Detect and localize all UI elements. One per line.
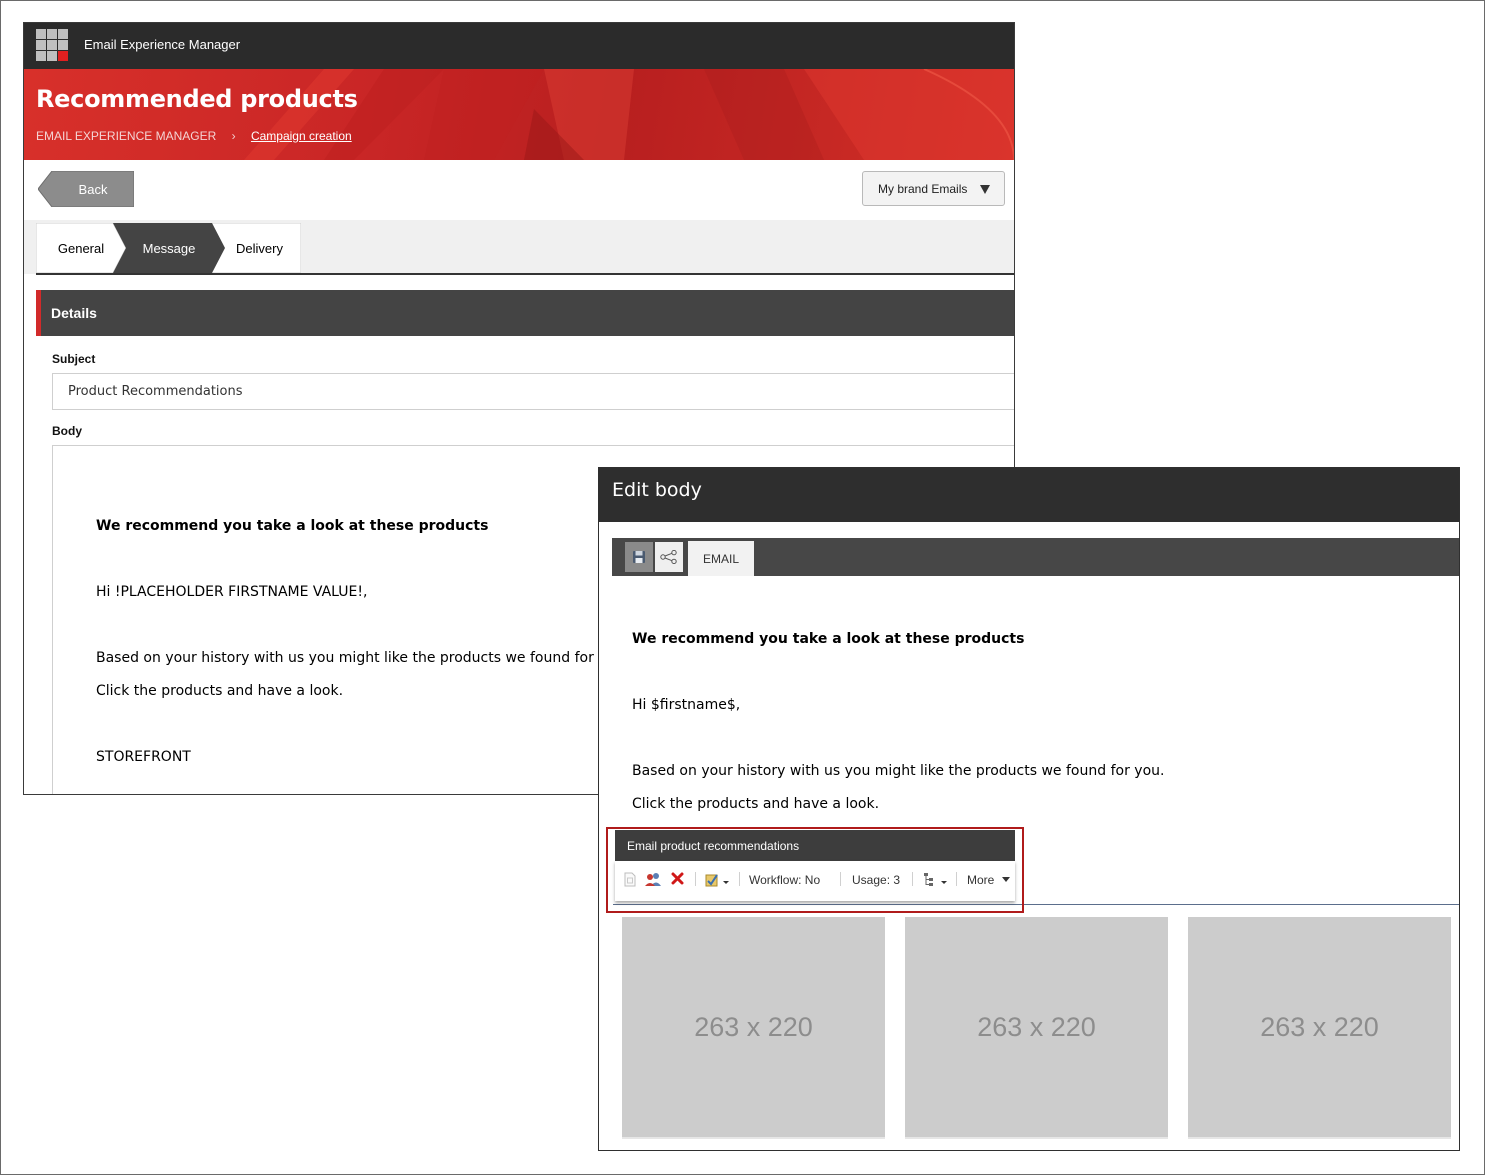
back-button[interactable]: Back: [38, 171, 134, 207]
body-paragraph: Based on your history with us you might …: [96, 650, 629, 666]
editor-greeting[interactable]: Hi $firstname$,: [632, 697, 740, 713]
editor-heading[interactable]: We recommend you take a look at these pr…: [632, 631, 1024, 647]
breadcrumb-root[interactable]: EMAIL EXPERIENCE MANAGER: [36, 129, 216, 143]
app-title: Email Experience Manager: [84, 37, 241, 52]
dialog-header: Edit body: [599, 468, 1459, 522]
back-button-label: Back: [78, 181, 108, 197]
breadcrumb-chevron-icon: ›: [231, 129, 236, 143]
subject-label: Subject: [52, 352, 96, 366]
tab-message-label: Message: [142, 240, 196, 256]
brand-dropdown-label: My brand Emails: [878, 182, 968, 196]
product-image-placeholder[interactable]: 263 x 220: [622, 917, 885, 1137]
breadcrumb-campaign-creation[interactable]: Campaign creation: [251, 129, 352, 143]
placeholder-divider: [1188, 1137, 1451, 1139]
editor-paragraph-2[interactable]: Click the products and have a look.: [632, 796, 879, 812]
dialog-title: Edit body: [612, 479, 702, 501]
placeholder-divider: [905, 1137, 1168, 1139]
share-icon[interactable]: [655, 542, 683, 572]
body-paragraph-2: Click the products and have a look.: [96, 683, 344, 699]
rendering-highlight-frame: [606, 827, 1024, 913]
app-topbar: Email Experience Manager: [24, 23, 1014, 69]
product-image-placeholder[interactable]: 263 x 220: [1188, 917, 1451, 1137]
header-background-pattern: [244, 69, 1014, 160]
editor-paragraph[interactable]: Based on your history with us you might …: [632, 763, 1164, 779]
details-title: Details: [51, 305, 97, 321]
body-storefront: STOREFRONT: [96, 749, 191, 765]
tab-message[interactable]: Message: [113, 223, 225, 273]
tabs-divider: [36, 273, 1014, 275]
details-section-header[interactable]: Details: [36, 290, 1014, 336]
app-grid-icon[interactable]: [36, 29, 69, 62]
product-image-placeholder[interactable]: 263 x 220: [905, 917, 1168, 1137]
placeholder-divider: [622, 1137, 885, 1139]
subject-input[interactable]: [52, 373, 1014, 410]
tab-delivery-label: Delivery: [236, 240, 283, 256]
body-greeting: Hi !PLACEHOLDER FIRSTNAME VALUE!,: [96, 584, 368, 600]
tab-general-label: General: [57, 240, 105, 256]
page-title: Recommended products: [36, 85, 358, 113]
brand-emails-dropdown[interactable]: My brand Emails: [862, 171, 1005, 206]
save-icon[interactable]: [625, 542, 653, 572]
breadcrumb: EMAIL EXPERIENCE MANAGER › Campaign crea…: [36, 129, 352, 143]
edit-body-dialog: Edit body EMAIL We recommend you take a …: [598, 467, 1460, 1151]
caret-down-icon: [980, 185, 990, 194]
body-label: Body: [52, 424, 82, 438]
body-heading: We recommend you take a look at these pr…: [96, 518, 489, 534]
tab-email[interactable]: EMAIL: [688, 541, 754, 576]
page-header: Recommended products EMAIL EXPERIENCE MA…: [24, 69, 1014, 160]
